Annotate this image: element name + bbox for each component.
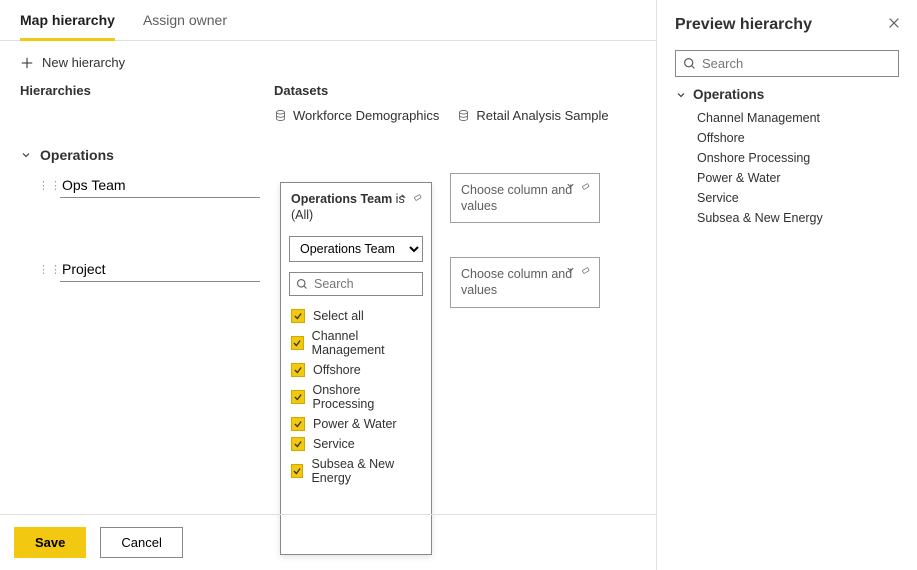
toolbar: New hierarchy (0, 41, 656, 83)
hierarchy-group-name: Operations (40, 147, 114, 163)
datasets-row: Workforce Demographics Retail Analysis S… (0, 102, 656, 137)
option-label: Power & Water (313, 417, 397, 431)
preview-item[interactable]: Onshore Processing (675, 148, 899, 168)
chevron-down-icon (565, 264, 576, 275)
eraser-icon (580, 264, 591, 275)
close-button[interactable] (887, 16, 901, 33)
option-item[interactable]: Power & Water (289, 414, 423, 434)
preview-item[interactable]: Subsea & New Energy (675, 208, 899, 228)
level-name-input[interactable] (60, 257, 260, 282)
preview-group-name: Operations (693, 87, 764, 102)
header-hierarchies: Hierarchies (20, 83, 274, 98)
option-label: Select all (313, 309, 364, 323)
column-value-selector[interactable]: Choose column and values (450, 173, 600, 224)
checkbox-checked-icon (291, 309, 305, 323)
plus-icon (20, 56, 34, 70)
header-datasets: Datasets (274, 83, 328, 98)
chevron-down-icon (675, 89, 687, 101)
option-item[interactable]: Service (289, 434, 423, 454)
preview-item[interactable]: Offshore (675, 128, 899, 148)
column-select[interactable]: Operations Team (289, 236, 423, 262)
checkbox-checked-icon (291, 437, 305, 451)
option-label: Offshore (313, 363, 361, 377)
eraser-icon[interactable] (412, 191, 423, 202)
preview-item[interactable]: Channel Management (675, 108, 899, 128)
save-button[interactable]: Save (14, 527, 86, 558)
dropdown-summary: Operations Team is (All) (281, 183, 431, 230)
chevron-up-icon[interactable] (397, 191, 408, 202)
preview-item[interactable]: Power & Water (675, 168, 899, 188)
column-value-placeholder: Choose column and values (461, 183, 572, 213)
close-icon (887, 16, 901, 30)
footer: Save Cancel (0, 514, 656, 570)
dataset-item[interactable]: Workforce Demographics (274, 108, 439, 123)
dataset-icon (457, 109, 470, 122)
dataset-item[interactable]: Retail Analysis Sample (457, 108, 608, 123)
eraser-icon (580, 180, 591, 191)
level-name-input[interactable] (60, 173, 260, 198)
checkbox-checked-icon (291, 417, 305, 431)
option-item[interactable]: Channel Management (289, 326, 423, 360)
preview-pane: Preview hierarchy Operations Channel Man… (657, 0, 917, 570)
option-select-all[interactable]: Select all (289, 306, 423, 326)
option-label: Onshore Processing (313, 383, 422, 411)
tabs: Map hierarchy Assign owner (0, 0, 656, 41)
checkbox-checked-icon (291, 464, 303, 478)
cancel-button[interactable]: Cancel (100, 527, 182, 558)
checkbox-checked-icon (291, 390, 305, 404)
option-item[interactable]: Subsea & New Energy (289, 454, 423, 488)
checkbox-checked-icon (291, 336, 304, 350)
option-label: Subsea & New Energy (311, 457, 421, 485)
option-label: Channel Management (312, 329, 421, 357)
tab-map-hierarchy[interactable]: Map hierarchy (20, 0, 115, 41)
dataset-label: Retail Analysis Sample (476, 108, 608, 123)
new-hierarchy-button[interactable]: New hierarchy (20, 55, 125, 70)
option-item[interactable]: Onshore Processing (289, 380, 423, 414)
column-headers: Hierarchies Datasets (0, 83, 656, 102)
drag-handle-icon[interactable]: ⋮⋮ (38, 173, 50, 192)
new-hierarchy-label: New hierarchy (42, 55, 125, 70)
chevron-down-icon (20, 149, 32, 161)
dropdown-field-name: Operations Team (291, 192, 392, 206)
hierarchy-group-header[interactable]: Operations (0, 137, 656, 173)
preview-item[interactable]: Service (675, 188, 899, 208)
chevron-down-icon (565, 180, 576, 191)
column-value-placeholder: Choose column and values (461, 267, 572, 297)
preview-search-input[interactable] (675, 50, 899, 77)
column-value-dropdown: Operations Team is (All) Operations Team… (280, 182, 432, 555)
main-pane: Map hierarchy Assign owner New hierarchy… (0, 0, 657, 570)
option-label: Service (313, 437, 355, 451)
dataset-label: Workforce Demographics (293, 108, 439, 123)
dropdown-options-list: Select all Channel Management Offshore O… (281, 300, 431, 494)
option-item[interactable]: Offshore (289, 360, 423, 380)
tab-assign-owner[interactable]: Assign owner (143, 0, 227, 40)
checkbox-checked-icon (291, 363, 305, 377)
column-value-selector[interactable]: Choose column and values (450, 257, 600, 308)
preview-title: Preview hierarchy (675, 16, 899, 34)
drag-handle-icon[interactable]: ⋮⋮ (38, 257, 50, 276)
dropdown-search-input[interactable] (289, 272, 423, 296)
dataset-icon (274, 109, 287, 122)
preview-group-header[interactable]: Operations (675, 87, 899, 102)
